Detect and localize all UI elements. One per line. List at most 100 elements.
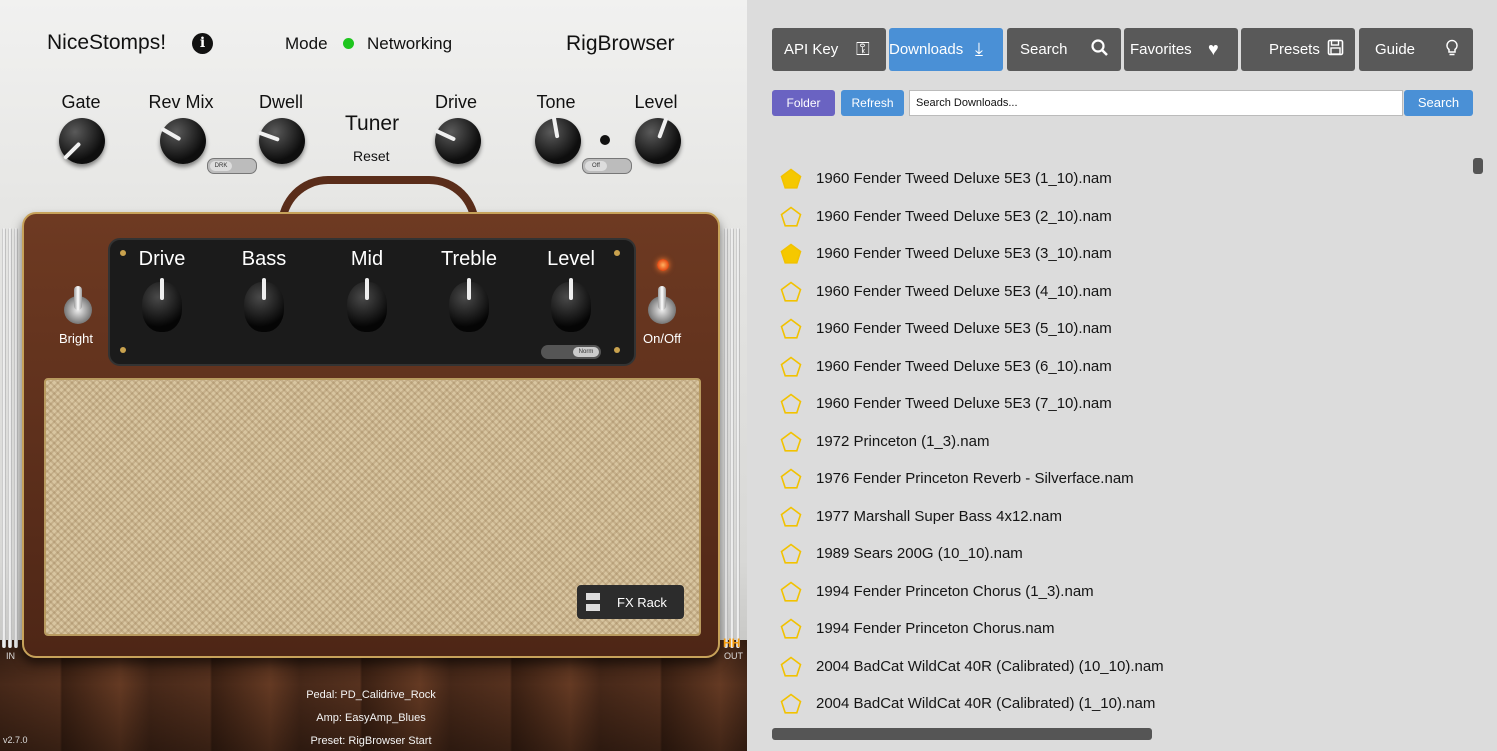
tone-knob[interactable]: [535, 118, 581, 164]
power-label: On/Off: [643, 331, 682, 346]
pedal-status: Pedal: PD_Calidrive_Rock: [306, 689, 436, 701]
gate-label: Gate: [61, 92, 101, 112]
favorite-star-icon[interactable]: [780, 618, 802, 640]
amp-drive-label: Drive: [138, 248, 186, 270]
list-item[interactable]: 1994 Fender Princeton Chorus (1_3).nam: [772, 573, 1462, 610]
amp-level-knob[interactable]: [551, 278, 591, 332]
list-item[interactable]: 1989 Sears 200G (10_10).nam: [772, 535, 1462, 572]
list-item[interactable]: 1976 Fender Princeton Reverb - Silverfac…: [772, 460, 1462, 497]
favorite-star-icon[interactable]: [780, 581, 802, 603]
amp-mid-knob[interactable]: [347, 278, 387, 332]
bright-switch[interactable]: [64, 286, 92, 324]
file-name: 1960 Fender Tweed Deluxe 5E3 (2_10).nam: [816, 207, 1112, 225]
power-switch[interactable]: [648, 286, 676, 324]
tab-presets[interactable]: Presets: [1241, 28, 1355, 71]
favorite-star-icon[interactable]: [780, 168, 802, 190]
list-item[interactable]: 2004 BadCat WildCat 40R (Calibrated) (10…: [772, 648, 1462, 685]
mode-value[interactable]: Networking: [367, 34, 452, 54]
tab-downloads[interactable]: Downloads ⤓: [889, 28, 1003, 71]
list-item[interactable]: 1960 Fender Tweed Deluxe 5E3 (4_10).nam: [772, 273, 1462, 310]
dwell-knob[interactable]: [259, 118, 305, 164]
search-icon: [1091, 39, 1109, 62]
favorite-star-icon[interactable]: [780, 243, 802, 265]
file-name: 1972 Princeton (1_3).nam: [816, 432, 990, 450]
fx-rack-button[interactable]: FX Rack: [577, 585, 684, 619]
file-name: 1994 Fender Princeton Chorus (1_3).nam: [816, 582, 1094, 600]
search-downloads-input[interactable]: [909, 90, 1403, 116]
output-label: OUT: [724, 651, 743, 661]
vertical-scrollbar[interactable]: [1473, 158, 1483, 174]
amp-treble-label: Treble: [441, 248, 497, 270]
hh-mark: HH: [723, 636, 741, 650]
norm-toggle[interactable]: Norm: [541, 345, 601, 359]
list-item[interactable]: 1960 Fender Tweed Deluxe 5E3 (6_10).nam: [772, 348, 1462, 385]
mode-label[interactable]: Mode: [285, 34, 328, 54]
search-button[interactable]: Search: [1404, 90, 1473, 116]
tone-indicator-dot: [600, 135, 610, 145]
horizontal-scrollbar[interactable]: [772, 728, 1152, 740]
rev-mix-label: Rev Mix: [148, 92, 214, 112]
tuner-button[interactable]: Tuner: [345, 112, 399, 136]
file-name: 1977 Marshall Super Bass 4x12.nam: [816, 507, 1062, 525]
tab-guide[interactable]: Guide: [1359, 28, 1473, 71]
list-item[interactable]: 1960 Fender Tweed Deluxe 5E3 (1_10).nam: [772, 160, 1462, 197]
power-led: [657, 259, 669, 271]
favorite-star-icon[interactable]: [780, 356, 802, 378]
tab-favorites[interactable]: Favorites ♥: [1124, 28, 1238, 71]
refresh-button[interactable]: Refresh: [841, 90, 904, 116]
favorite-star-icon[interactable]: [780, 468, 802, 490]
file-name: 1960 Fender Tweed Deluxe 5E3 (4_10).nam: [816, 282, 1112, 300]
amp-treble-knob[interactable]: [449, 278, 489, 332]
amp-bass-label: Bass: [241, 248, 287, 270]
list-item[interactable]: 2004 BadCat WildCat 40R (Calibrated) (1_…: [772, 685, 1462, 722]
reset-button[interactable]: Reset: [353, 148, 390, 164]
favorite-star-icon[interactable]: [780, 318, 802, 340]
amp-bass-knob[interactable]: [244, 278, 284, 332]
file-name: 2004 BadCat WildCat 40R (Calibrated) (1_…: [816, 695, 1156, 712]
tab-search[interactable]: Search: [1007, 28, 1121, 71]
info-icon[interactable]: i: [192, 33, 213, 54]
favorite-star-icon[interactable]: [780, 693, 802, 715]
downloads-list: 1960 Fender Tweed Deluxe 5E3 (1_10).nam 1…: [772, 160, 1468, 730]
amp-mid-label: Mid: [350, 248, 384, 270]
list-item[interactable]: 1960 Fender Tweed Deluxe 5E3 (3_10).nam: [772, 235, 1462, 272]
level-knob[interactable]: [635, 118, 681, 164]
folder-button[interactable]: Folder: [772, 90, 835, 116]
drk-toggle[interactable]: DRK: [207, 158, 257, 174]
list-item[interactable]: 1960 Fender Tweed Deluxe 5E3 (7_10).nam: [772, 385, 1462, 422]
bright-label: Bright: [59, 331, 93, 346]
drive-label: Drive: [434, 92, 477, 112]
file-name: 1994 Fender Princeton Chorus.nam: [816, 620, 1055, 637]
list-item[interactable]: 1972 Princeton (1_3).nam: [772, 423, 1462, 460]
file-name: 1960 Fender Tweed Deluxe 5E3 (5_10).nam: [816, 320, 1112, 337]
favorite-star-icon[interactable]: [780, 656, 802, 678]
app-title: NiceStomps!: [47, 31, 167, 54]
file-name: 1989 Sears 200G (10_10).nam: [816, 545, 1023, 562]
file-name: 2004 BadCat WildCat 40R (Calibrated) (10…: [816, 657, 1164, 675]
tab-api-key[interactable]: API Key ⚿: [772, 28, 886, 71]
off-toggle[interactable]: Off: [582, 158, 632, 174]
gate-knob[interactable]: [59, 118, 105, 164]
level-label: Level: [634, 92, 678, 112]
amp-drive-knob[interactable]: [142, 278, 182, 332]
list-item[interactable]: 1960 Fender Tweed Deluxe 5E3 (2_10).nam: [772, 198, 1462, 235]
input-label: IN: [6, 651, 15, 661]
menu-icon: [586, 593, 600, 611]
favorite-star-icon[interactable]: [780, 206, 802, 228]
tone-label: Tone: [536, 92, 576, 112]
drive-knob[interactable]: [435, 118, 481, 164]
favorite-star-icon[interactable]: [780, 506, 802, 528]
file-name: 1960 Fender Tweed Deluxe 5E3 (7_10).nam: [816, 395, 1112, 412]
favorite-star-icon[interactable]: [780, 431, 802, 453]
version-label: v2.7.0: [3, 735, 28, 745]
save-icon: [1327, 39, 1344, 61]
favorite-star-icon[interactable]: [780, 281, 802, 303]
list-item[interactable]: 1977 Marshall Super Bass 4x12.nam: [772, 498, 1462, 535]
rev-mix-knob[interactable]: [160, 118, 206, 164]
list-item[interactable]: 1994 Fender Princeton Chorus.nam: [772, 610, 1462, 647]
download-icon: ⤓: [975, 39, 983, 59]
favorite-star-icon[interactable]: [780, 543, 802, 565]
fx-rack-label: FX Rack: [617, 595, 667, 610]
list-item[interactable]: 1960 Fender Tweed Deluxe 5E3 (5_10).nam: [772, 310, 1462, 347]
favorite-star-icon[interactable]: [780, 393, 802, 415]
